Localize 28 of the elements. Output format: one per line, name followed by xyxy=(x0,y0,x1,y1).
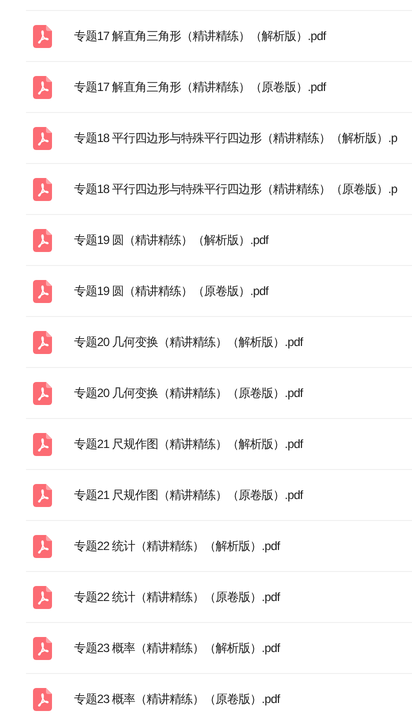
file-name[interactable]: 专题17 解直角三角形（精讲精练）（解析版）.pdf xyxy=(74,28,326,44)
file-name[interactable]: 专题21 尺规作图（精讲精练）（解析版）.pdf xyxy=(74,436,303,452)
file-name[interactable]: 专题22 统计（精讲精练）（解析版）.pdf xyxy=(74,538,280,554)
file-name[interactable]: 专题21 尺规作图（精讲精练）（原卷版）.pdf xyxy=(74,486,303,504)
pdf-file-icon xyxy=(33,636,52,660)
pdf-file-icon xyxy=(33,586,52,608)
file-name[interactable]: 专题18 平行四边形与特殊平行四边形（精讲精练）（解析版）.p xyxy=(74,130,398,146)
file-name[interactable]: 专题19 圆（精讲精练）（解析版）.pdf xyxy=(74,232,268,248)
file-name[interactable]: 专题19 圆（精讲精练）（原卷版）.pdf xyxy=(74,282,268,300)
pdf-file-icon xyxy=(33,280,52,302)
file-name[interactable]: 专题20 几何变换（精讲精练）（解析版）.pdf xyxy=(74,334,303,350)
file-name[interactable]: 专题23 概率（精讲精练）（解析版）.pdf xyxy=(74,640,280,656)
pdf-file-icon xyxy=(33,534,52,558)
pdf-file-icon xyxy=(33,178,52,200)
file-name[interactable]: 专题23 概率（精讲精练）（原卷版）.pdf xyxy=(74,690,280,708)
file-name[interactable]: 专题17 解直角三角形（精讲精练）（原卷版）.pdf xyxy=(74,78,326,96)
pdf-file-icon xyxy=(33,228,52,252)
pdf-file-icon xyxy=(33,484,52,506)
pdf-file-icon xyxy=(33,76,52,98)
pdf-file-icon xyxy=(33,382,52,404)
pdf-file-icon xyxy=(33,688,52,710)
file-name[interactable]: 专题22 统计（精讲精练）（原卷版）.pdf xyxy=(74,588,280,606)
pdf-file-icon xyxy=(33,126,52,150)
file-name[interactable]: 专题20 几何变换（精讲精练）（原卷版）.pdf xyxy=(74,384,303,402)
pdf-file-icon xyxy=(33,432,52,456)
pdf-file-icon xyxy=(33,330,52,354)
pdf-file-icon xyxy=(33,24,52,48)
file-name[interactable]: 专题18 平行四边形与特殊平行四边形（精讲精练）（原卷版）.p xyxy=(74,180,398,198)
